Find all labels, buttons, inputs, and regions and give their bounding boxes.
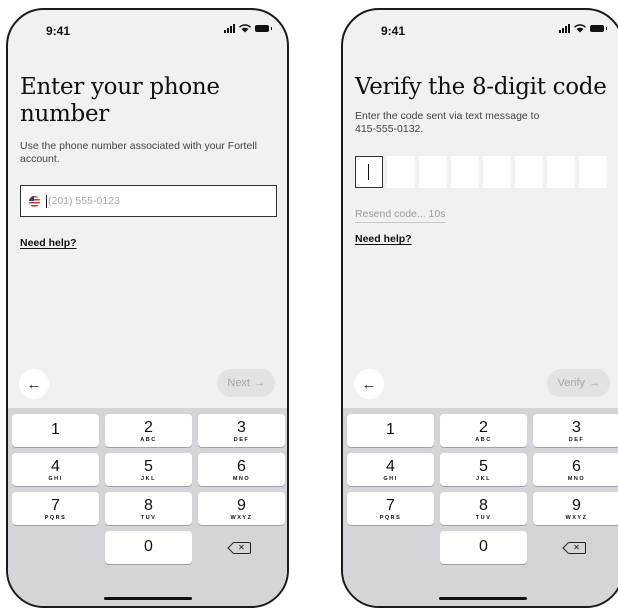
key-3[interactable]: 3 DEF: [533, 414, 618, 447]
delete-key[interactable]: ✕: [198, 531, 285, 564]
arrow-right-icon: →: [254, 377, 265, 389]
text-cursor: [46, 194, 47, 208]
page-subtitle: Use the phone number associated with you…: [20, 140, 257, 165]
phone-number-placeholder: (201) 555-0123: [48, 195, 120, 207]
numeric-keypad: 1 2 ABC 3 DEF 4 GHI 5 JKL 6 MNO 7 PQRS 8 TUV 9W…: [343, 408, 618, 606]
delete-key[interactable]: ✕: [533, 531, 618, 564]
need-help-link[interactable]: Need help?: [355, 233, 412, 245]
backspace-icon: ✕: [232, 541, 251, 554]
arrow-left-icon: ←: [26, 375, 42, 393]
code-digit-box[interactable]: [451, 156, 479, 188]
verify-button[interactable]: Verify →: [547, 369, 610, 397]
key-1[interactable]: 1: [347, 414, 434, 447]
key-7[interactable]: 7 PQRS: [12, 492, 99, 525]
arrow-right-icon: →: [589, 377, 600, 389]
code-digit-box[interactable]: [515, 156, 543, 188]
status-time: 9:41: [381, 24, 406, 38]
page-subtitle: Enter the code sent via text message to 4…: [355, 110, 610, 136]
key-6[interactable]: 6 MNO: [198, 453, 285, 486]
battery-icon: [590, 24, 607, 32]
numeric-keypad: 1 2 ABC 3 DEF 4 GHI 5 JKL 6 MNO 7 PQRS 8 TUV 9W…: [8, 408, 287, 606]
key-0[interactable]: 0: [105, 531, 192, 564]
cellular-signal-icon: [224, 23, 235, 33]
phone-screen-enter-number: 9:41 Enter your phone number Use the pho…: [6, 8, 289, 608]
status-bar: 9:41: [343, 10, 618, 50]
key-6[interactable]: 6 MNO: [533, 453, 618, 486]
verification-code-input[interactable]: [355, 156, 607, 188]
us-flag-icon[interactable]: [29, 195, 40, 207]
key-2[interactable]: 2 ABC: [440, 414, 527, 447]
subtitle-phone-number: 415-555-0132.: [355, 123, 424, 135]
key-1[interactable]: 1: [12, 414, 99, 447]
back-button[interactable]: ←: [354, 369, 384, 399]
key-3[interactable]: 3 DEF: [198, 414, 285, 447]
key-5[interactable]: 5 JKL: [440, 453, 527, 486]
key-4[interactable]: 4 GHI: [12, 453, 99, 486]
key-5[interactable]: 5 JKL: [105, 453, 192, 486]
key-2[interactable]: 2 ABC: [105, 414, 192, 447]
resend-code-link[interactable]: Resend code... 10s: [355, 208, 446, 223]
key-9[interactable]: 9 WXYZ: [198, 492, 285, 525]
code-digit-box[interactable]: [579, 156, 607, 188]
next-button-label: Next: [227, 377, 250, 389]
code-digit-box[interactable]: [387, 156, 415, 188]
phone-number-input[interactable]: (201) 555-0123: [20, 185, 277, 217]
key-0[interactable]: 0: [440, 531, 527, 564]
need-help-link[interactable]: Need help?: [20, 237, 77, 249]
home-indicator[interactable]: [103, 597, 192, 600]
key-7[interactable]: 7 PQRS: [347, 492, 434, 525]
phone-screen-verify-code: 9:41 Verify the 8-digit code Enter the c…: [341, 8, 618, 608]
battery-icon: [255, 24, 272, 32]
home-indicator[interactable]: [438, 597, 527, 600]
page-title: Verify the 8-digit code: [355, 74, 607, 100]
next-button[interactable]: Next →: [217, 369, 275, 397]
backspace-icon: ✕: [567, 541, 586, 554]
key-8[interactable]: 8 TUV: [440, 492, 527, 525]
back-button[interactable]: ←: [19, 369, 49, 399]
status-time: 9:41: [46, 24, 71, 38]
wifi-icon: [574, 23, 586, 32]
code-digit-box[interactable]: [419, 156, 447, 188]
subtitle-line-1: Enter the code sent via text message to: [355, 110, 540, 122]
key-8[interactable]: 8 TUV: [105, 492, 192, 525]
page-title: Enter your phone number: [20, 74, 220, 127]
code-digit-box[interactable]: [483, 156, 511, 188]
key-4[interactable]: 4 GHI: [347, 453, 434, 486]
status-bar: 9:41: [8, 10, 287, 50]
cellular-signal-icon: [559, 23, 570, 33]
wifi-icon: [239, 23, 251, 32]
key-9[interactable]: 9 WXYZ: [533, 492, 618, 525]
code-digit-box[interactable]: [547, 156, 575, 188]
code-digit-box[interactable]: [355, 156, 383, 188]
arrow-left-icon: ←: [361, 375, 377, 393]
verify-button-label: Verify: [557, 377, 585, 389]
